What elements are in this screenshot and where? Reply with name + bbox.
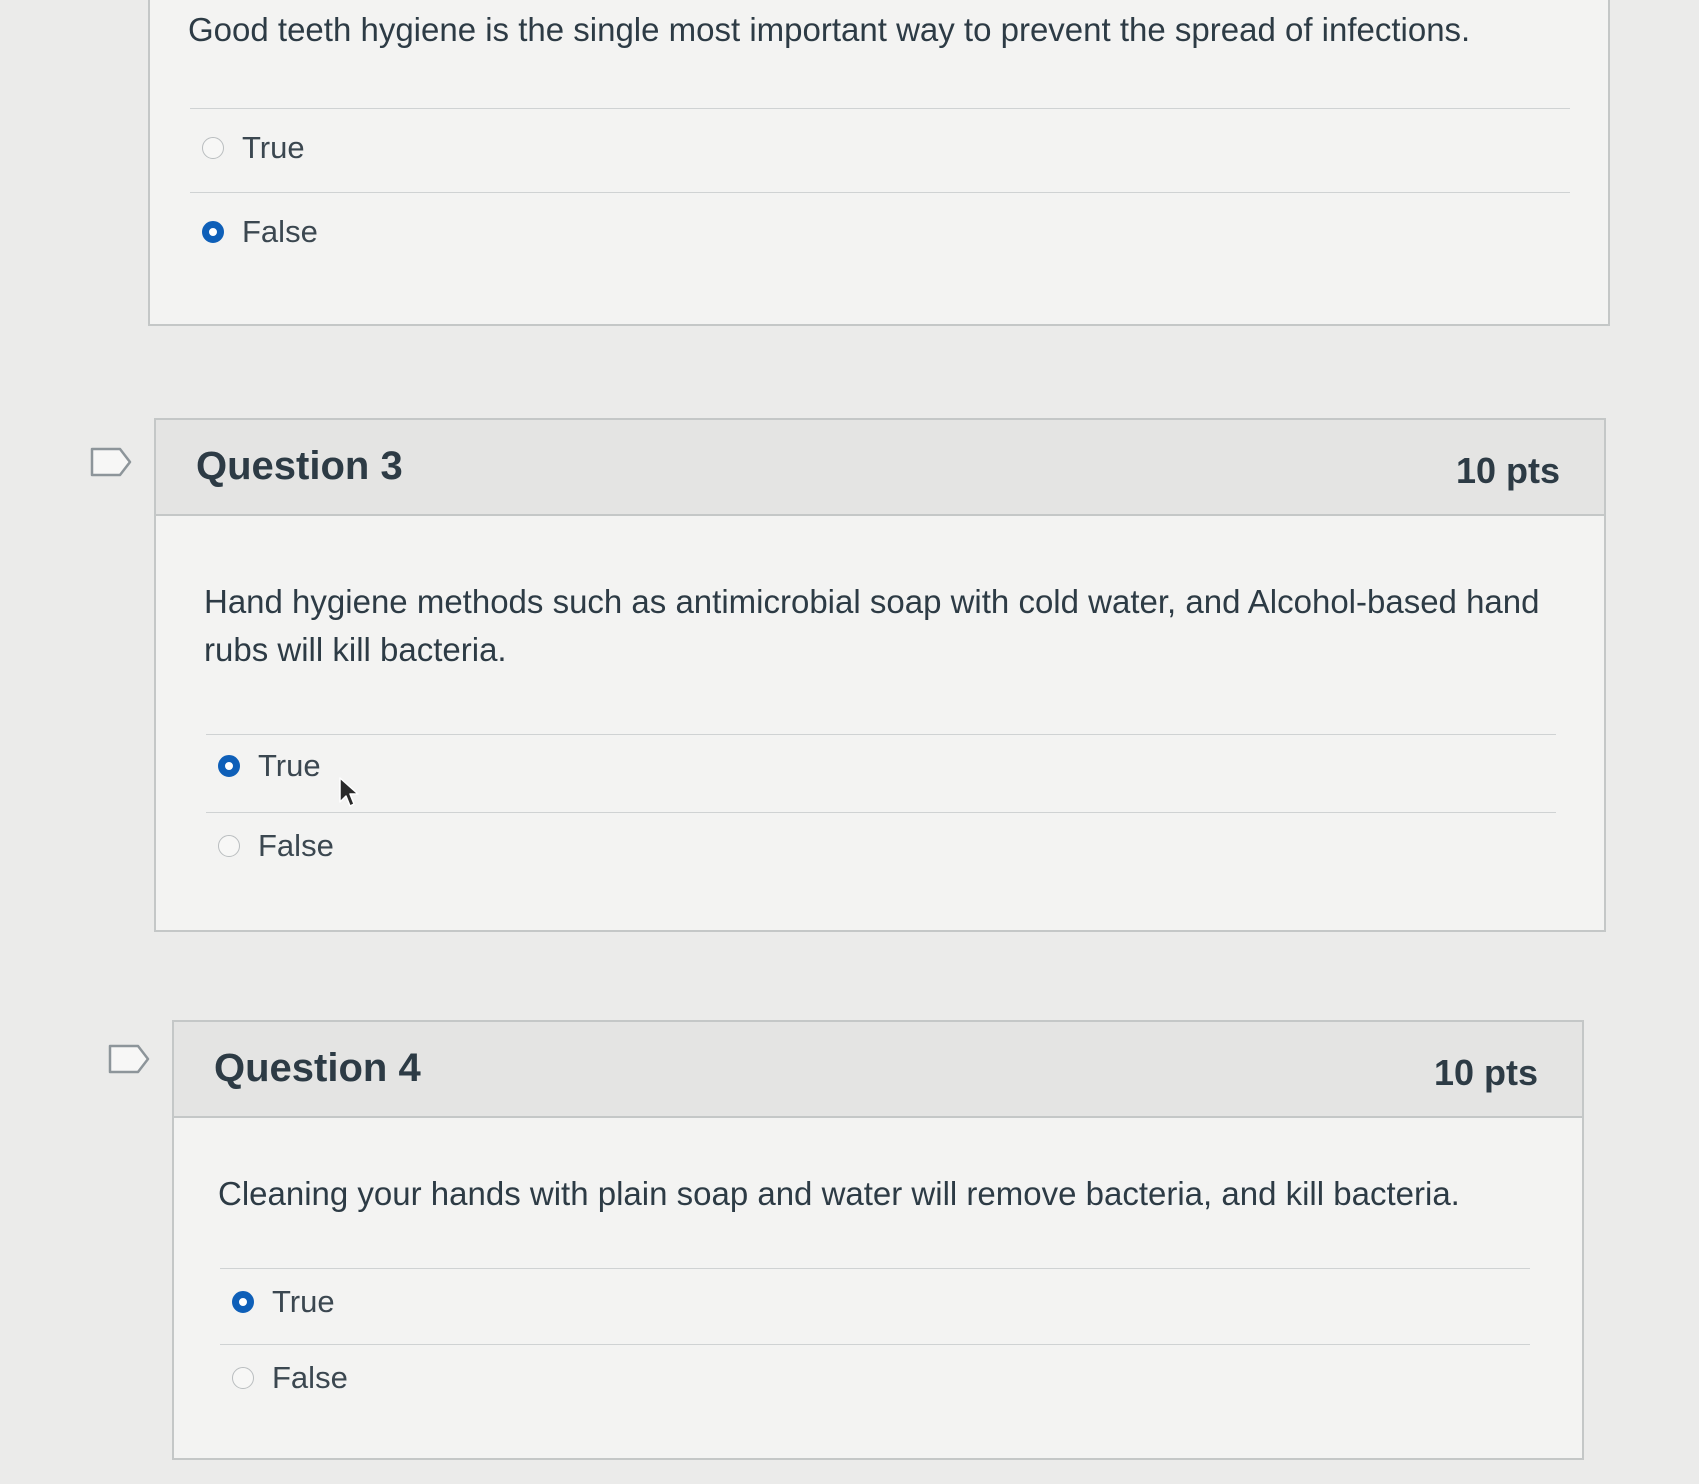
- radio-button[interactable]: [218, 835, 240, 857]
- answer-label: True: [242, 130, 305, 165]
- question-title: Question 4: [214, 1046, 421, 1090]
- answer-label: False: [272, 1360, 348, 1395]
- question-text: Cleaning your hands with plain soap and …: [218, 1175, 1460, 1212]
- question-text: Hand hygiene methods such as antimicrobi…: [204, 583, 1540, 668]
- answer-false[interactable]: False: [218, 828, 334, 864]
- answer-label: False: [242, 214, 318, 249]
- mouse-cursor-icon: [339, 777, 359, 807]
- answer-false[interactable]: False: [202, 214, 318, 250]
- question-header: Question 4 10 pts: [174, 1022, 1582, 1118]
- radio-button[interactable]: [232, 1367, 254, 1389]
- answer-true[interactable]: True: [232, 1284, 335, 1320]
- divider: [190, 108, 1570, 109]
- divider: [206, 812, 1556, 813]
- question-points: 10 pts: [1433, 1052, 1538, 1093]
- flag-question-icon[interactable]: [90, 447, 132, 477]
- divider: [190, 192, 1570, 193]
- answer-label: True: [258, 748, 321, 783]
- question-4-card: Question 4 10 pts Cleaning your hands wi…: [172, 1020, 1584, 1460]
- question-header: Question 3 10 pts: [156, 420, 1604, 516]
- flag-question-icon[interactable]: [108, 1044, 150, 1074]
- question-points: 10 pts: [1455, 450, 1560, 491]
- radio-button[interactable]: [202, 137, 224, 159]
- radio-button-selected[interactable]: [218, 755, 240, 777]
- question-3-card: Question 3 10 pts Hand hygiene methods s…: [154, 418, 1606, 932]
- answer-true[interactable]: True: [202, 130, 305, 166]
- answer-false[interactable]: False: [232, 1360, 348, 1396]
- divider: [220, 1344, 1530, 1345]
- question-2-card: Good teeth hygiene is the single most im…: [148, 0, 1610, 326]
- radio-button-selected[interactable]: [232, 1291, 254, 1313]
- divider: [206, 734, 1556, 735]
- question-title: Question 3: [196, 444, 403, 488]
- divider: [220, 1268, 1530, 1269]
- radio-button-selected[interactable]: [202, 221, 224, 243]
- question-text: Good teeth hygiene is the single most im…: [188, 11, 1471, 48]
- answer-label: True: [272, 1284, 335, 1319]
- answer-label: False: [258, 828, 334, 863]
- answer-true[interactable]: True: [218, 748, 321, 784]
